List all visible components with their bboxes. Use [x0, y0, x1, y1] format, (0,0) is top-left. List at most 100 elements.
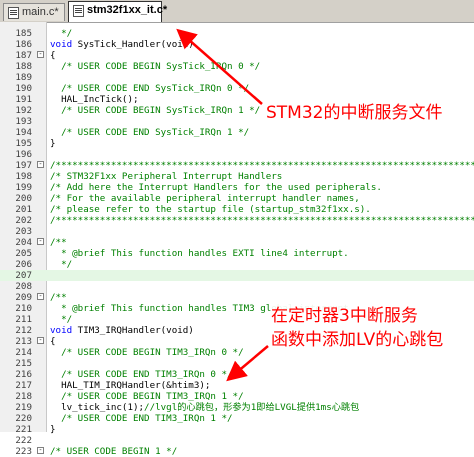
code-line[interactable]: 188 /* USER CODE BEGIN SysTick_IRQn 0 */	[0, 61, 474, 72]
code-token: }	[50, 138, 56, 149]
code-text: /* USER CODE BEGIN SysTick_IRQn 0 */	[50, 61, 260, 72]
code-line[interactable]: 198 /* STM32F1xx Peripheral Interrupt Han…	[0, 171, 474, 182]
code-token: TIM3_IRQHandler(void)	[72, 325, 194, 336]
code-line[interactable]: 201 /* please refer to the startup file (…	[0, 204, 474, 215]
code-text: /**	[50, 292, 67, 303]
fold-toggle-icon[interactable]: -	[37, 161, 44, 168]
line-number: 210	[15, 303, 32, 314]
code-text: */	[50, 314, 72, 325]
code-text: }	[50, 424, 56, 435]
code-line[interactable]: 203	[0, 226, 474, 237]
tab-main-c-label: main.c*	[22, 6, 59, 18]
line-number: 189	[15, 72, 32, 83]
code-line[interactable]: 202 /************************************…	[0, 215, 474, 226]
code-line[interactable]: 195}	[0, 138, 474, 149]
line-number: 195	[15, 138, 32, 149]
fold-toggle-icon[interactable]: -	[37, 51, 44, 58]
editor-tab-bar: main.c* stm32f1xx_it.c*	[0, 0, 474, 23]
code-comment: /***************************************…	[50, 160, 474, 171]
line-number: 186	[15, 39, 32, 50]
code-text: /***************************************…	[50, 160, 474, 171]
code-line[interactable]: 220 /* USER CODE END TIM3_IRQn 1 */	[0, 413, 474, 424]
annotation-heartbeat: 在定时器3中断服务 函数中添加LV的心跳包	[271, 304, 444, 352]
line-number: 188	[15, 61, 32, 72]
code-line[interactable]: 216 /* USER CODE END TIM3_IRQn 0 */	[0, 369, 474, 380]
line-number: 198	[15, 171, 32, 182]
fold-toggle-icon[interactable]: -	[37, 293, 44, 300]
code-text: void SysTick_Handler(void)	[50, 39, 194, 50]
code-line[interactable]: 187-{	[0, 50, 474, 61]
tab-main-c[interactable]: main.c*	[3, 3, 65, 21]
code-text: /* USER CODE BEGIN 1 */	[50, 446, 177, 457]
code-comment: /* USER CODE BEGIN TIM3_IRQn 1 */	[50, 391, 244, 402]
code-line[interactable]: 200 /* For the available peripheral inter…	[0, 193, 474, 204]
line-number: 196	[15, 149, 32, 160]
code-line[interactable]: 194 /* USER CODE END SysTick_IRQn 1 */	[0, 127, 474, 138]
code-comment: * @brief This function handles EXTI line…	[50, 248, 349, 259]
code-line[interactable]: 223-/* USER CODE BEGIN 1 */	[0, 446, 474, 457]
fold-toggle-icon[interactable]: -	[37, 238, 44, 245]
code-line[interactable]: 218 /* USER CODE BEGIN TIM3_IRQn 1 */	[0, 391, 474, 402]
line-number: 206	[15, 259, 32, 270]
code-line[interactable]: 221}	[0, 424, 474, 435]
code-line[interactable]: 209-/**	[0, 292, 474, 303]
annotation-heartbeat-line2: 函数中添加LV的心跳包	[271, 330, 444, 350]
line-number: 203	[15, 226, 32, 237]
code-comment: /* USER CODE BEGIN SysTick_IRQn 0 */	[50, 61, 261, 72]
code-line[interactable]: 215	[0, 358, 474, 369]
fold-toggle-icon[interactable]: -	[37, 337, 44, 344]
line-number: 217	[15, 380, 32, 391]
line-number: 222	[15, 435, 32, 446]
code-line[interactable]: 185 */	[0, 28, 474, 39]
code-text: /* USER CODE END SysTick_IRQn 0 */	[50, 83, 249, 94]
line-number: 221	[15, 424, 32, 435]
code-line[interactable]: 222	[0, 435, 474, 446]
code-line[interactable]: 219 lv_tick_inc(1);//lvgl的心跳包，形参为1即给LVGL…	[0, 402, 474, 413]
line-number: 216	[15, 369, 32, 380]
code-comment: /* USER CODE END TIM3_IRQn 1 */	[50, 413, 233, 424]
code-text: /**	[50, 237, 67, 248]
code-line[interactable]: 205 * @brief This function handles EXTI …	[0, 248, 474, 259]
line-number: 194	[15, 127, 32, 138]
code-line[interactable]: 197-/***********************************…	[0, 160, 474, 171]
code-token: }	[50, 424, 56, 435]
line-number: 215	[15, 358, 32, 369]
code-line[interactable]: 199 /* Add here the Interrupt Handlers fo…	[0, 182, 474, 193]
code-text: /* USER CODE BEGIN SysTick_IRQn 1 */	[50, 105, 260, 116]
line-number: 209	[15, 292, 32, 303]
code-text: /* USER CODE END TIM3_IRQn 0 */	[50, 369, 232, 380]
code-text: /* Add here the Interrupt Handlers for t…	[50, 182, 474, 193]
code-comment: /**	[50, 292, 67, 303]
line-number: 197	[15, 160, 32, 171]
code-text: /* USER CODE BEGIN TIM3_IRQn 1 */	[50, 391, 244, 402]
code-line[interactable]: 207	[0, 270, 474, 281]
code-token: lv_tick_inc(1);	[50, 402, 145, 413]
code-line[interactable]: 190 /* USER CODE END SysTick_IRQn 0 */	[0, 83, 474, 94]
code-comment: /**	[50, 237, 67, 248]
line-number: 207	[15, 270, 32, 281]
code-line[interactable]: 186 void SysTick_Handler(void)	[0, 39, 474, 50]
code-comment: /* For the available peripheral interrup…	[50, 193, 474, 204]
line-number: 214	[15, 347, 32, 358]
fold-toggle-icon[interactable]: -	[37, 447, 44, 454]
code-text: {	[50, 336, 56, 347]
code-line[interactable]: 204-/**	[0, 237, 474, 248]
line-number: 204	[15, 237, 32, 248]
line-number: 193	[15, 116, 32, 127]
code-line[interactable]: 189	[0, 72, 474, 83]
code-line[interactable]: 206 */	[0, 259, 474, 270]
code-comment: /* USER CODE BEGIN 1 */	[50, 446, 178, 457]
code-line[interactable]: 208	[0, 281, 474, 292]
code-line[interactable]: 217 HAL_TIM_IRQHandler(&htim3);	[0, 380, 474, 391]
line-number: 223	[15, 446, 32, 457]
line-number: 185	[15, 28, 32, 39]
code-comment: /* USER CODE END SysTick_IRQn 0 */	[50, 83, 250, 94]
line-number: 205	[15, 248, 32, 259]
code-editor[interactable]: 185 */186 void SysTick_Handler(void) 187-{…	[0, 22, 474, 457]
code-text: void TIM3_IRQHandler(void)	[50, 325, 194, 336]
tab-stm32f1xx-it-c[interactable]: stm32f1xx_it.c*	[68, 1, 167, 22]
line-number: 208	[15, 281, 32, 292]
code-line[interactable]: 196	[0, 149, 474, 160]
line-number: 202	[15, 215, 32, 226]
line-number: 192	[15, 105, 32, 116]
